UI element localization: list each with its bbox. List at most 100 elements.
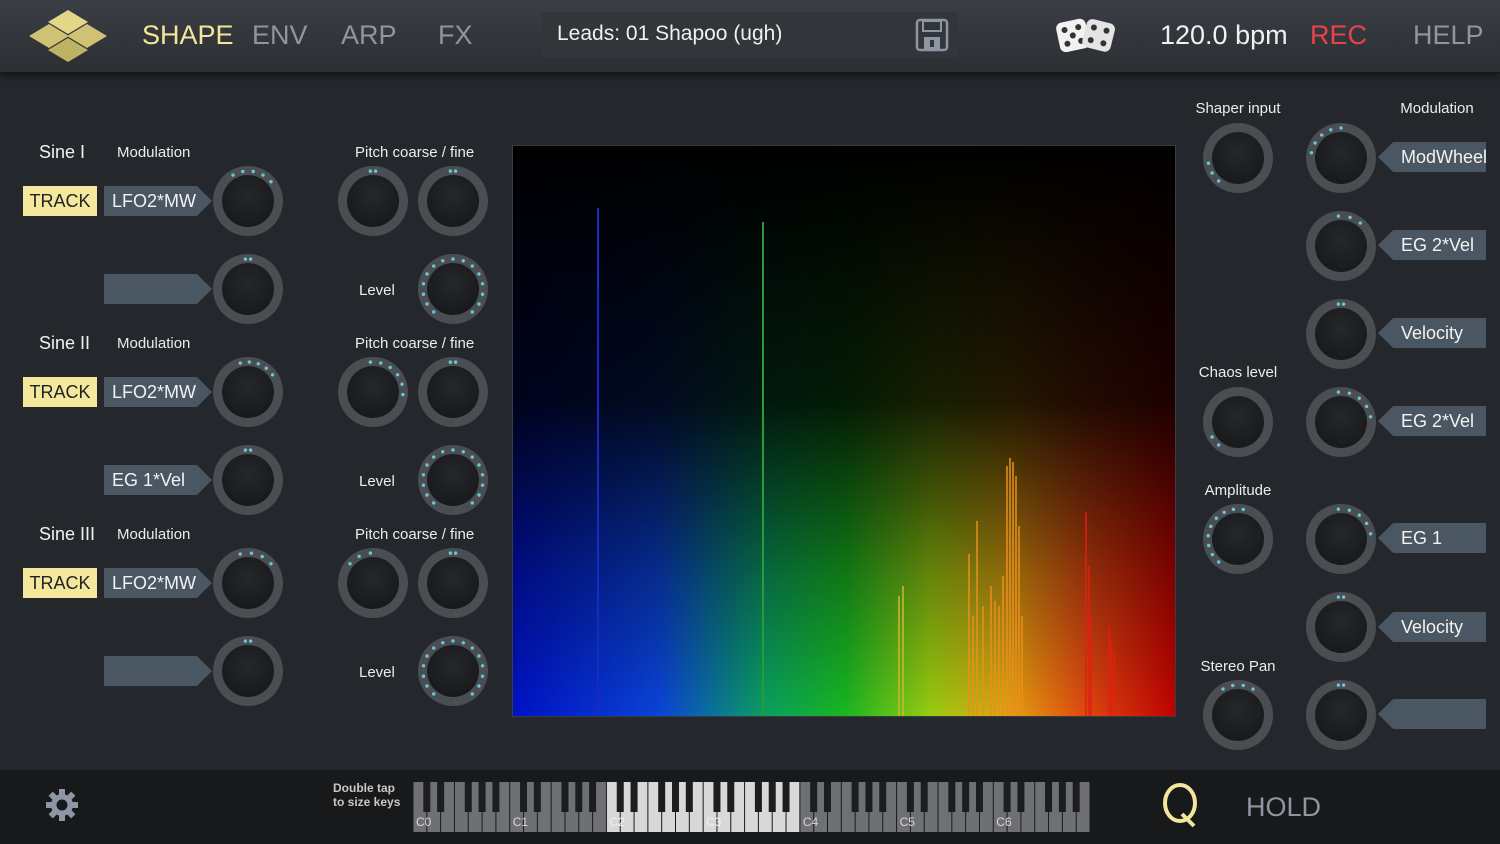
osc3-mod1-knob[interactable] (213, 548, 283, 618)
gear-icon[interactable] (45, 788, 79, 822)
osc2-mod1-knob[interactable] (213, 357, 283, 427)
osc2-mod1-source[interactable]: LFO2*MW (104, 377, 212, 407)
black-key (782, 782, 790, 812)
osc1-modulation-label: Modulation (117, 144, 191, 161)
osc2-level-label: Level (359, 473, 395, 490)
octave-label: C5 (900, 815, 916, 829)
osc3-pitch-coarse-knob[interactable] (338, 548, 408, 618)
mod1-amount-knob[interactable] (1306, 123, 1376, 193)
bpm-display[interactable]: 120.0 bpm (1160, 20, 1288, 51)
knob-indicator (448, 360, 458, 364)
black-key (865, 782, 873, 812)
osc1-mod1-source[interactable]: LFO2*MW (104, 186, 212, 216)
mod3-amount-knob[interactable] (1306, 299, 1376, 369)
black-key (464, 782, 472, 812)
black-key (423, 782, 431, 812)
diamond-logo-icon[interactable] (28, 8, 108, 64)
osc1-level-knob[interactable] (418, 254, 488, 324)
osc3-mod1-source[interactable]: LFO2*MW (104, 568, 212, 598)
osc3-mod2-source[interactable] (104, 656, 212, 686)
chaos-level-knob[interactable] (1203, 387, 1273, 457)
osc1-mod2-source[interactable] (104, 274, 212, 304)
black-key (1017, 782, 1025, 812)
osc2-level-knob[interactable] (418, 445, 488, 515)
knob-indicator (1336, 507, 1373, 536)
mod5-amount-knob[interactable] (1306, 504, 1376, 574)
osc2-track-button[interactable]: TRACK (23, 377, 97, 407)
black-key (920, 782, 928, 812)
black-key (630, 782, 638, 812)
knob-indicator (421, 257, 485, 314)
knob-indicator (243, 448, 253, 452)
spectrum-display (512, 145, 1176, 717)
black-key (616, 782, 624, 812)
octave-label: C4 (803, 815, 819, 829)
knob-indicator (238, 360, 275, 377)
osc3-pitch-fine-knob[interactable] (418, 548, 488, 618)
preset-name: Leads: 01 Shapoo (ugh) (557, 22, 783, 45)
osc3-level-knob[interactable] (418, 636, 488, 706)
mod4-source[interactable]: EG 2*Vel (1378, 406, 1486, 436)
tab-shape[interactable]: SHAPE (142, 20, 234, 51)
black-key (810, 782, 818, 812)
amplitude-knob[interactable] (1203, 504, 1273, 574)
octave-label: C0 (416, 815, 432, 829)
black-key (658, 782, 666, 812)
help-button[interactable]: HELP (1413, 20, 1484, 51)
osc1-mod1-knob[interactable] (213, 166, 283, 236)
mod6-amount-knob[interactable] (1306, 592, 1376, 662)
dice-icon[interactable] (1055, 14, 1117, 56)
mod1-source[interactable]: ModWheel (1378, 142, 1486, 172)
osc2-mod2-source[interactable]: EG 1*Vel (104, 465, 212, 495)
black-key (727, 782, 735, 812)
tab-env[interactable]: ENV (252, 20, 308, 51)
mod5-source[interactable]: EG 1 (1378, 523, 1486, 553)
mod3-source[interactable]: Velocity (1378, 318, 1486, 348)
black-key (492, 782, 500, 812)
octave-label: C2 (609, 815, 625, 829)
knob-indicator (1336, 390, 1373, 419)
mod7-amount-knob[interactable] (1306, 680, 1376, 750)
preset-selector[interactable]: Leads: 01 Shapoo (ugh) (542, 12, 958, 58)
black-key (1072, 782, 1080, 812)
rec-button[interactable]: REC (1310, 20, 1367, 51)
stereo-pan-knob[interactable] (1203, 680, 1273, 750)
mod2-source[interactable]: EG 2*Vel (1378, 230, 1486, 260)
osc1-pitch-coarse-knob[interactable] (338, 166, 408, 236)
octave-label: C1 (513, 815, 529, 829)
osc3-mod2-knob[interactable] (213, 636, 283, 706)
osc3-pitch-label: Pitch coarse / fine (355, 526, 475, 543)
black-key (1045, 782, 1053, 812)
mod2-amount-knob[interactable] (1306, 211, 1376, 281)
floppy-disk-icon[interactable] (915, 18, 949, 52)
keyboard-overview[interactable]: C0 C1 C2 C3 C4 C5 C6 (413, 782, 1090, 832)
knob-indicator (1336, 214, 1362, 225)
osc2-pitch-fine-knob[interactable] (418, 357, 488, 427)
top-bar: SHAPE ENV ARP FX Leads: 01 Shapoo (ugh) … (0, 0, 1500, 73)
knob-indicator (1309, 126, 1343, 155)
osc1-mod2-knob[interactable] (213, 254, 283, 324)
osc1-pitch-fine-knob[interactable] (418, 166, 488, 236)
black-key (685, 782, 693, 812)
hold-button[interactable]: HOLD (1246, 792, 1321, 823)
tab-arp[interactable]: ARP (341, 20, 397, 51)
amplitude-label: Amplitude (1204, 482, 1272, 499)
osc1-track-button[interactable]: TRACK (23, 186, 97, 216)
mod6-source[interactable]: Velocity (1378, 612, 1486, 642)
knob-indicator (1210, 435, 1221, 447)
osc2-pitch-coarse-knob[interactable] (338, 357, 408, 427)
tab-fx[interactable]: FX (438, 20, 473, 51)
osc3-track-button[interactable]: TRACK (23, 568, 97, 598)
mod7-source[interactable] (1378, 699, 1486, 729)
osc1-title: Sine I (39, 142, 86, 162)
osc2-mod2-knob[interactable] (213, 445, 283, 515)
shaper-input-knob[interactable] (1203, 123, 1273, 193)
octave-label: C6 (996, 815, 1012, 829)
black-key (437, 782, 445, 812)
black-key (713, 782, 721, 812)
q-icon[interactable] (1161, 782, 1199, 828)
black-key (768, 782, 776, 812)
octave-label: C3 (706, 815, 722, 829)
mod4-amount-knob[interactable] (1306, 387, 1376, 457)
keyboard-hint-line2: to size keys (333, 795, 401, 809)
